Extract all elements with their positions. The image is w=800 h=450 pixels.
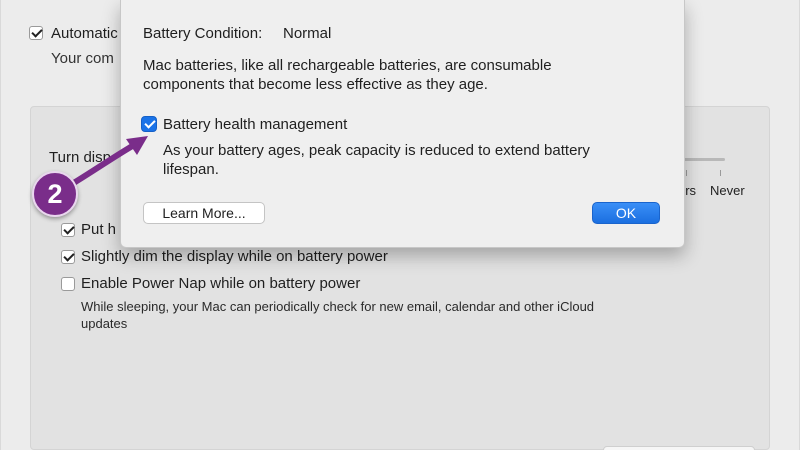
- annotation-arrow-icon: [69, 136, 148, 187]
- step-number-badge: 2: [32, 171, 78, 217]
